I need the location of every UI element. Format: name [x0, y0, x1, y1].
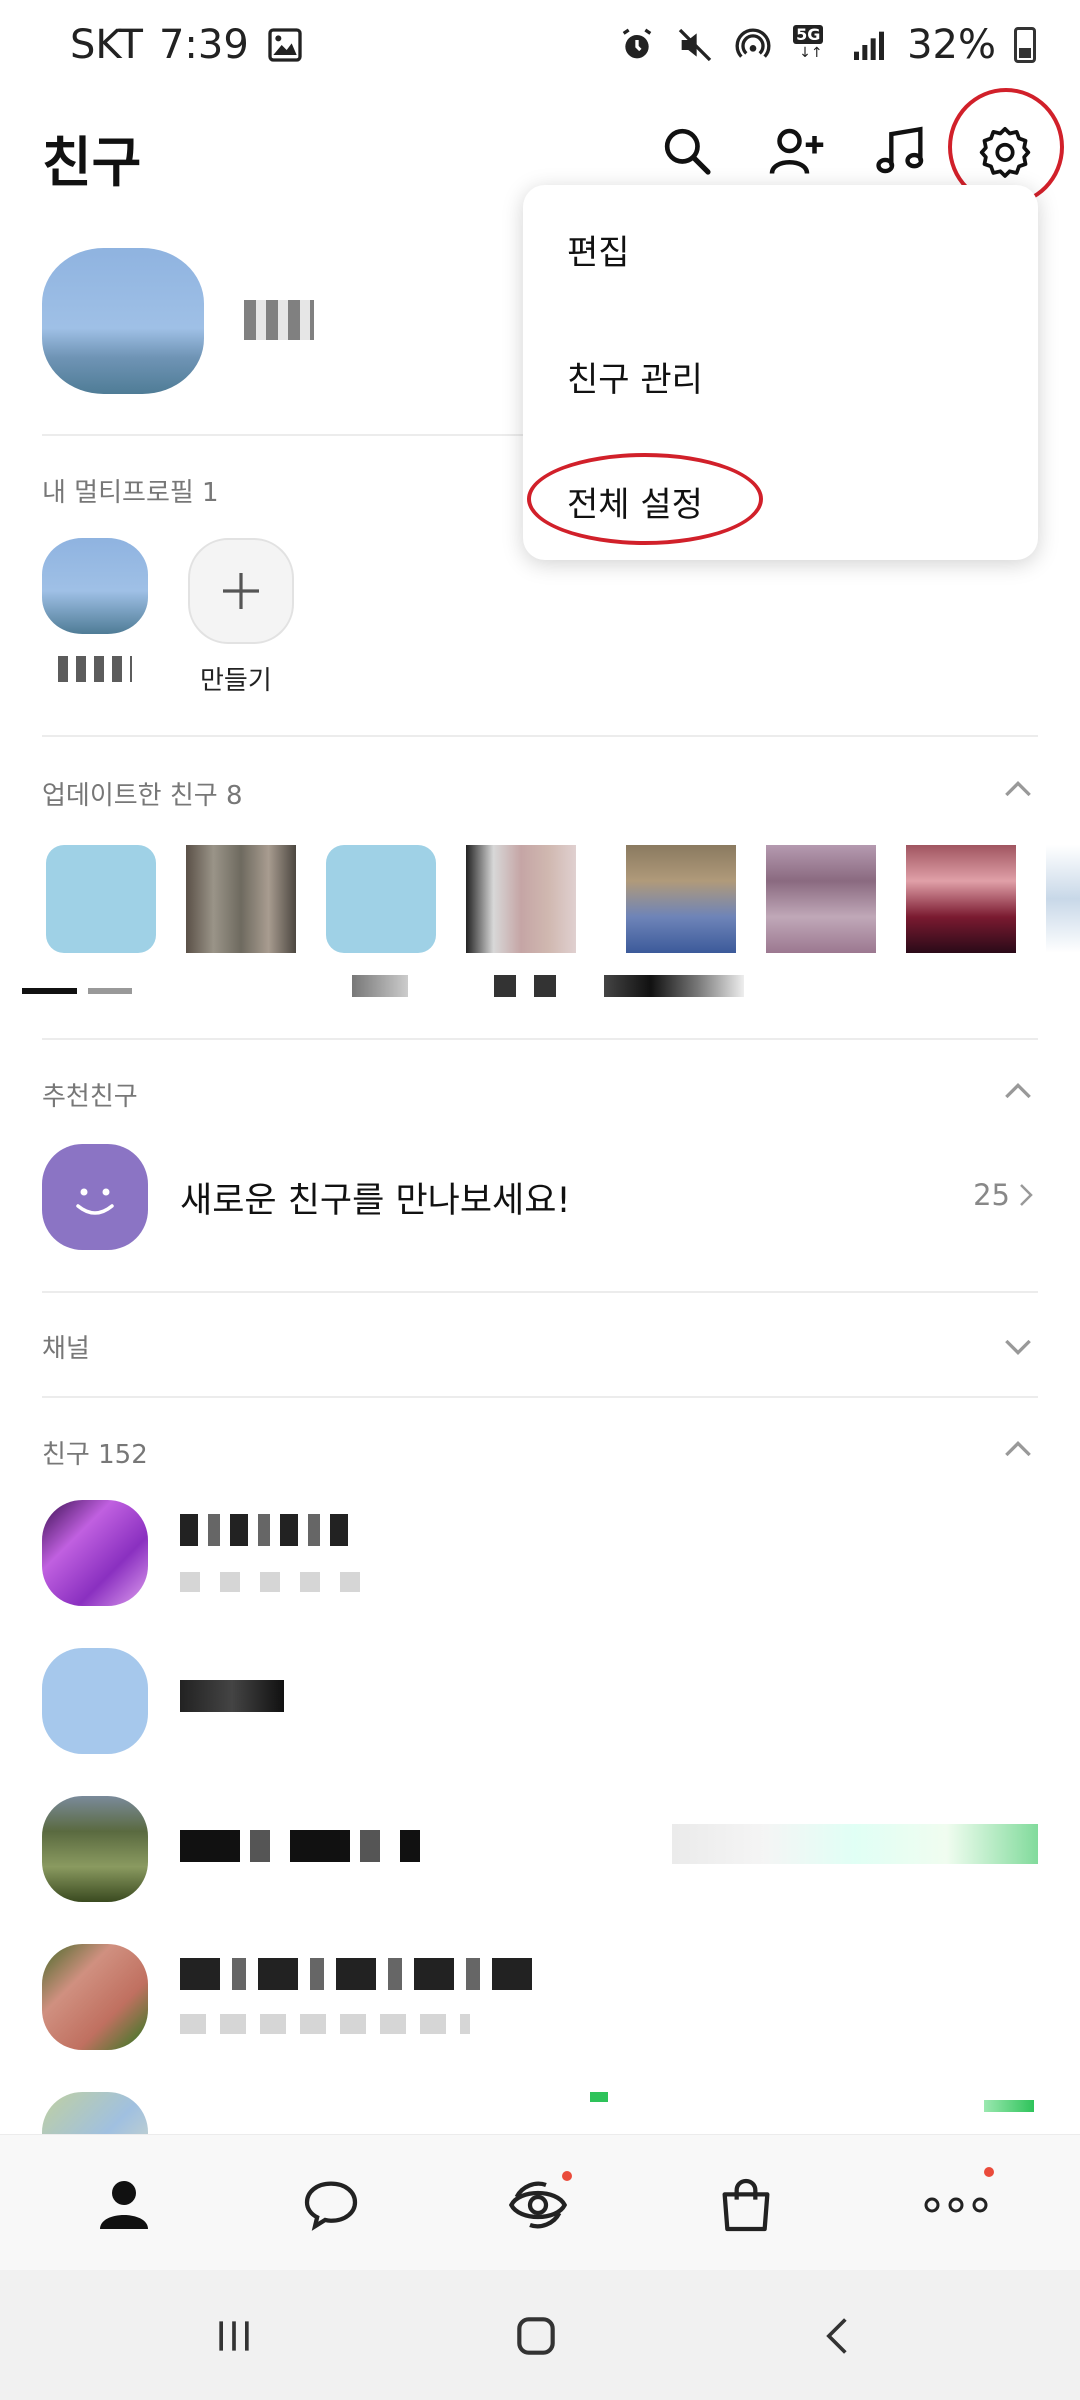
collapse-chevron-icon[interactable] [998, 770, 1038, 810]
back-button[interactable] [808, 2306, 868, 2366]
updated-friend-name [494, 975, 574, 997]
friend-name [180, 1958, 540, 1990]
chat-tab-icon [304, 2181, 358, 2231]
divider [42, 1038, 1038, 1040]
notification-dot [562, 2171, 572, 2181]
friends-section-title: 친구 152 [42, 1440, 148, 1470]
page-title: 친구 [42, 131, 142, 194]
green-marker [590, 2092, 608, 2102]
multi-profile-name [58, 656, 132, 682]
updated-friend-avatar[interactable] [766, 845, 876, 953]
5g-icon: 5G ↓↑ [791, 25, 831, 65]
friend-status-message [180, 2014, 470, 2034]
recommended-section-title: 추천친구 [42, 1082, 138, 1112]
collapse-chevron-icon[interactable] [998, 1430, 1038, 1470]
music-icon [876, 126, 924, 174]
green-marker [984, 2100, 1034, 2112]
notification-dot [984, 2167, 994, 2177]
tab-more[interactable] [916, 2165, 996, 2245]
settings-dropdown-menu: 편집 친구 관리 전체 설정 [523, 185, 1038, 560]
music-button[interactable] [866, 116, 936, 186]
friend-avatar [42, 2092, 148, 2134]
friend-music-status [672, 1824, 1038, 1864]
network-label: 5G [793, 25, 824, 44]
shopping-tab-icon [722, 2178, 770, 2232]
carrier-label: SKT [70, 22, 143, 68]
multi-profile-avatar[interactable] [42, 538, 148, 634]
recommended-friends-link[interactable]: 새로운 친구를 만나보세요! [180, 1172, 570, 1223]
expand-chevron-icon[interactable] [998, 1326, 1038, 1366]
friend-avatar [42, 1648, 148, 1754]
multi-profile-section-title: 내 멀티프로필 1 [42, 478, 219, 508]
all-settings-highlight-circle [527, 453, 763, 545]
friend-name [180, 1514, 350, 1546]
divider [42, 1396, 1038, 1398]
friend-avatar [42, 1500, 148, 1606]
add-friend-icon [769, 128, 824, 175]
recommended-count: 25 [973, 1178, 1010, 1212]
friend-list-item[interactable] [0, 1944, 1080, 2074]
search-button[interactable] [652, 116, 722, 186]
divider [42, 735, 1038, 737]
updated-friend-name [22, 988, 132, 994]
battery-icon [1014, 27, 1036, 63]
create-multi-profile-label: 만들기 [200, 666, 272, 696]
collapse-chevron-icon[interactable] [998, 1072, 1038, 1112]
status-bar: SKT 7:39 5G ↓↑ 32% [0, 0, 1080, 96]
friend-name [180, 1830, 420, 1862]
updated-friends-section-title: 업데이트한 친구 8 [42, 781, 243, 811]
divider [42, 1291, 1038, 1293]
create-multi-profile-button[interactable] [188, 538, 294, 644]
chevron-right-icon[interactable] [1014, 1180, 1038, 1210]
alarm-icon [622, 28, 652, 59]
friend-list-item[interactable] [0, 1500, 1080, 1630]
image-icon [268, 28, 302, 62]
friend-avatar [42, 1796, 148, 1902]
channel-section-title[interactable]: 채널 [42, 1328, 90, 1365]
my-profile-name[interactable] [244, 300, 314, 340]
home-button[interactable] [506, 2306, 566, 2366]
friend-list-item[interactable] [0, 1796, 1080, 1926]
bottom-tab-bar [0, 2134, 1080, 2270]
updated-friend-avatar[interactable] [186, 845, 296, 953]
tab-view[interactable] [498, 2165, 578, 2245]
updated-friend-avatar[interactable] [626, 845, 736, 953]
my-profile-avatar[interactable] [42, 248, 204, 394]
friend-list-item[interactable] [0, 2092, 1080, 2134]
tab-chats[interactable] [291, 2165, 371, 2245]
friend-avatar [42, 1944, 148, 2050]
updated-friend-avatar[interactable] [46, 845, 156, 953]
mute-icon [678, 28, 712, 62]
updated-friend-name [604, 975, 744, 997]
home-icon [517, 2317, 555, 2355]
add-friend-button[interactable] [762, 116, 832, 186]
friend-status-message [180, 1572, 370, 1592]
tab-shopping[interactable] [706, 2165, 786, 2245]
updated-friend-avatar[interactable] [906, 845, 1016, 953]
signal-icon [854, 31, 885, 60]
menu-item-manage-friends[interactable]: 친구 관리 [567, 352, 703, 401]
updated-friend-avatar[interactable] [466, 845, 576, 953]
friend-name [180, 1680, 284, 1712]
friend-list-item[interactable] [0, 1648, 1080, 1778]
search-icon [664, 128, 711, 175]
view-tab-icon [508, 2181, 568, 2229]
more-tab-icon [924, 2197, 988, 2213]
updated-friend-avatar[interactable] [326, 845, 436, 953]
recent-apps-icon [219, 2321, 249, 2351]
hotspot-icon [735, 28, 771, 58]
battery-percent: 32% [907, 22, 996, 68]
friends-tab-icon [100, 2181, 148, 2229]
updated-friend-avatar[interactable] [1046, 845, 1080, 953]
updated-friend-name [352, 975, 408, 997]
tab-friends[interactable] [84, 2165, 164, 2245]
back-icon [826, 2318, 847, 2354]
recommended-smile-icon [42, 1144, 148, 1250]
clock: 7:39 [158, 22, 249, 68]
system-navigation-bar [0, 2270, 1080, 2400]
plus-icon [223, 573, 259, 609]
recent-apps-button[interactable] [204, 2306, 264, 2366]
menu-item-edit[interactable]: 편집 [567, 225, 630, 274]
